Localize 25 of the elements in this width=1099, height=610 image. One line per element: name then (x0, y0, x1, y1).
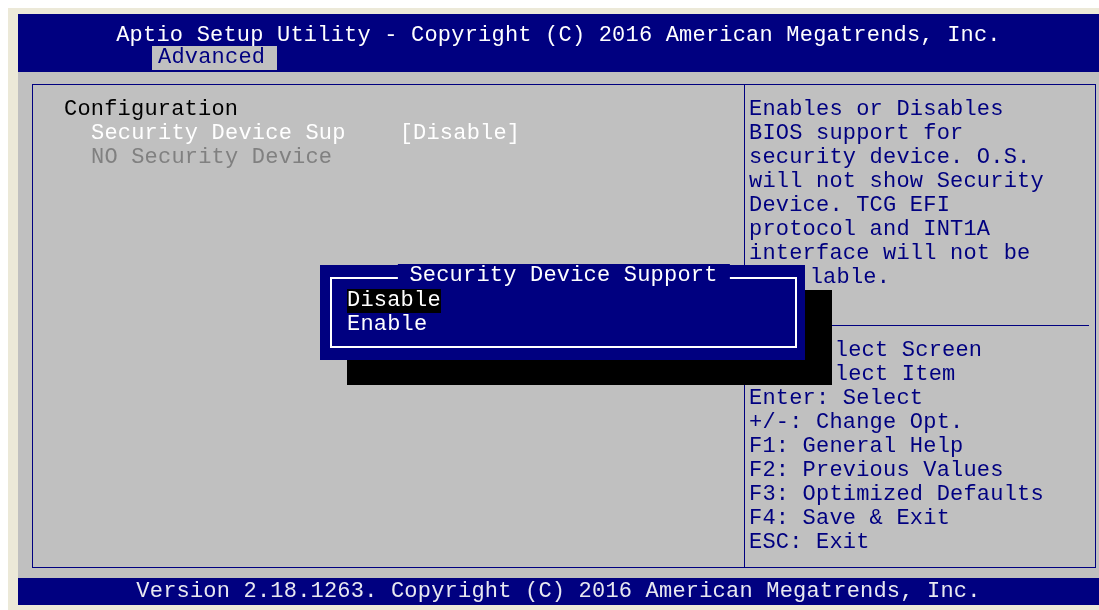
help-text-line: BIOS support for (749, 122, 964, 146)
key-hint: F3: Optimized Defaults (749, 483, 1044, 507)
popup-option[interactable]: Disable (347, 289, 441, 313)
key-hint: ESC: Exit (749, 531, 870, 555)
window-title: Aptio Setup Utility - Copyright (C) 2016 American Megatrends, Inc. (116, 24, 1001, 48)
popup-title: Security Device Support (397, 264, 730, 288)
help-text-line: lable. (809, 266, 891, 290)
key-hint: +/-: Change Opt. (749, 411, 964, 435)
key-hint: lect Item (834, 363, 956, 387)
key-hint: F1: General Help (749, 435, 964, 459)
help-text-line: will not show Security (749, 170, 1044, 194)
key-hint: Enter: Select (749, 387, 924, 411)
help-text-line: interface will not be (749, 242, 1031, 266)
help-text-line: Device. TCG EFI (749, 194, 951, 218)
key-hint: lect Screen (834, 339, 983, 363)
key-hint: F2: Previous Values (749, 459, 1004, 483)
popup-option[interactable]: Enable (347, 313, 428, 337)
footer-text: Version 2.18.1263. Copyright (C) 2016 American Megatrends, Inc. (18, 578, 1099, 605)
section-heading: Configuration (64, 98, 239, 122)
menu-tab[interactable]: Advanced (152, 46, 278, 70)
help-text-line: protocol and INT1A (749, 218, 991, 242)
help-text-line: Enables or Disables (749, 98, 1004, 122)
help-text-line: security device. O.S. (749, 146, 1031, 170)
setting-label: NO Security Device (91, 146, 333, 170)
key-hint: F4: Save & Exit (749, 507, 951, 531)
